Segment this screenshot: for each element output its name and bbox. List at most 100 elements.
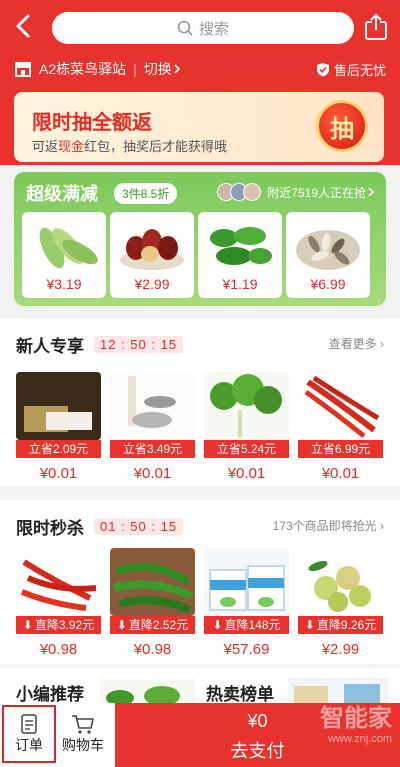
avatar <box>243 183 262 201</box>
store-icon <box>15 62 31 77</box>
product-image <box>16 548 101 616</box>
after-sale-badge: 售后无忧 <box>316 55 386 83</box>
draw-button[interactable]: 抽 <box>316 100 368 152</box>
nearby-buyers-label: 附近7519人正在抢 <box>267 185 366 200</box>
arrow-down-icon: ⬇ <box>212 618 223 632</box>
product-price: ¥0.01 <box>39 465 78 482</box>
section-header: 限时秒杀 01 : 50 : 15 <box>16 514 184 539</box>
product-card[interactable]: ⬇ 直降2.52元 ¥0.98 <box>110 548 195 658</box>
lottery-banner[interactable]: 限时抽全额返 可返现金红包，抽奖后才能获得哦 抽 <box>14 92 384 162</box>
product-card[interactable]: 立省6.99元 ¥0.01 <box>298 372 383 482</box>
tab-orders[interactable]: 订单 <box>2 705 56 763</box>
product-card[interactable]: 立省2.09元 ¥0.01 <box>16 372 101 482</box>
watermark: 智能家 www.znj.com <box>320 706 392 746</box>
product-image <box>110 372 195 440</box>
discount-badge: 立省3.49元 <box>110 440 195 458</box>
product-card[interactable]: ⬇ 直降9.26元 ¥2.99 <box>298 548 383 658</box>
arrow-down-icon: ⬇ <box>304 618 315 632</box>
product-card[interactable]: 立省5.24元 ¥0.01 <box>204 372 289 482</box>
section-title: 限时秒杀 <box>16 519 84 538</box>
section-title: 新人专享 <box>16 337 84 356</box>
see-more-link[interactable]: 173个商品即将抢光 › <box>273 517 384 534</box>
product-list: ⬇ 直降3.92元 ¥0.98 ⬇ 直降2.52元 ¥0.98 ⬇ 直降148元… <box>16 548 392 658</box>
store-name: A2栋菜鸟驿站 <box>39 61 127 77</box>
countdown-timer: 01 : 50 : 15 <box>94 518 184 535</box>
discount-badge: ⬇ 直降3.92元 <box>16 616 101 634</box>
product-price: ¥57.69 <box>223 641 270 658</box>
divider: | <box>133 61 137 77</box>
order-list-icon <box>21 714 37 734</box>
product-card[interactable]: ⬇ 直降148元 ¥57.69 <box>204 548 289 658</box>
discount-badge: ⬇ 直降2.52元 <box>110 616 195 634</box>
see-more-link[interactable]: 查看更多 › <box>329 335 384 352</box>
store-selector[interactable]: A2栋菜鸟驿站 | 切换 <box>14 55 182 83</box>
product-price: ¥0.01 <box>133 465 172 482</box>
top-nav: 搜索 <box>0 0 400 52</box>
product-price: ¥0.98 <box>133 641 172 658</box>
countdown-timer: 12 : 50 : 15 <box>94 336 184 353</box>
super-deal-item[interactable]: ¥3.19 <box>22 212 106 298</box>
product-image <box>204 548 289 616</box>
product-price: ¥0.01 <box>227 465 266 482</box>
product-image <box>298 372 383 440</box>
product-image <box>16 372 101 440</box>
product-list: 立省2.09元 ¥0.01 立省3.49元 ¥0.01 立省5.24元 ¥0.0… <box>16 372 392 482</box>
recommend-sections: 小编推荐 热卖榜单 <box>0 668 400 708</box>
product-image <box>110 548 195 616</box>
lottery-title: 限时抽全额返 <box>32 112 152 134</box>
search-placeholder: 搜索 <box>198 20 229 38</box>
sunflower-seeds-image <box>296 230 360 270</box>
tab-orders-label: 订单 <box>15 737 43 753</box>
tab-cart[interactable]: 购物车 <box>58 705 108 763</box>
super-deal-panel: 超级满减 3件8.5折 附近7519人正在抢 ¥3.19 ¥2.99 ¥1.19… <box>14 172 386 306</box>
super-deal-price: ¥3.19 <box>46 276 82 292</box>
jujube-image <box>120 229 184 270</box>
search-icon <box>177 20 193 36</box>
product-price: ¥0.98 <box>39 641 78 658</box>
discount-badge: ⬇ 直降148元 <box>204 616 289 634</box>
avatar-group <box>217 183 262 201</box>
nearby-buyers[interactable]: 附近7519人正在抢 <box>217 183 376 201</box>
arrow-down-icon: ⬇ <box>22 618 33 632</box>
super-deal-price: ¥2.99 <box>134 276 170 292</box>
super-deal-item[interactable]: ¥6.99 <box>286 212 370 298</box>
super-deal-price: ¥6.99 <box>310 276 346 292</box>
product-price: ¥2.99 <box>321 641 360 658</box>
lottery-desc: 可返现金红包，抽奖后才能获得哦 <box>32 139 228 154</box>
product-card[interactable]: 立省3.49元 ¥0.01 <box>110 372 195 482</box>
back-arrow-icon[interactable] <box>10 10 38 42</box>
flash-sale-section: 限时秒杀 01 : 50 : 15 173个商品即将抢光 › ⬇ 直降3.92元 … <box>0 500 400 664</box>
watermark-brand: 智能家 <box>320 705 392 732</box>
cart-icon <box>72 715 94 734</box>
editor-pick-title[interactable]: 小编推荐 <box>16 680 84 705</box>
search-input[interactable]: 搜索 <box>52 12 354 44</box>
chevron-right-icon <box>174 64 180 74</box>
discount-badge: 立省5.24元 <box>204 440 289 458</box>
discount-badge: 立省2.09元 <box>16 440 101 458</box>
share-icon[interactable] <box>362 12 390 42</box>
product-image <box>298 548 383 616</box>
super-deal-item[interactable]: ¥1.19 <box>198 212 282 298</box>
hot-list-title[interactable]: 热卖榜单 <box>206 680 274 705</box>
section-header: 新人专享 12 : 50 : 15 <box>16 332 184 357</box>
arrow-down-icon: ⬇ <box>116 618 127 632</box>
after-sale-label: 售后无忧 <box>333 62 386 78</box>
product-price: ¥0.01 <box>321 465 360 482</box>
product-card[interactable]: ⬇ 直降3.92元 ¥0.98 <box>16 548 101 658</box>
new-user-section: 新人专享 12 : 50 : 15 查看更多 › 立省2.09元 ¥0.01 立… <box>0 318 400 486</box>
cucumber-image <box>39 227 98 269</box>
super-deal-items: ¥3.19 ¥2.99 ¥1.19 ¥6.99 <box>22 212 374 298</box>
product-image <box>204 372 289 440</box>
super-deal-title: 超级满减 <box>26 184 98 204</box>
switch-store-button[interactable]: 切换 <box>144 59 172 79</box>
super-deal-price: ¥1.19 <box>222 276 258 292</box>
chevron-right-icon <box>368 187 375 197</box>
super-deal-item[interactable]: ¥2.99 <box>110 212 194 298</box>
super-deal-tag: 3件8.5折 <box>114 183 178 204</box>
green-pepper-image <box>210 227 272 265</box>
watermark-url: www.znj.com <box>327 733 392 745</box>
discount-badge: ⬇ 直降9.26元 <box>298 616 383 634</box>
tab-cart-label: 购物车 <box>62 737 104 753</box>
shield-check-icon <box>316 62 329 76</box>
discount-badge: 立省6.99元 <box>298 440 383 458</box>
